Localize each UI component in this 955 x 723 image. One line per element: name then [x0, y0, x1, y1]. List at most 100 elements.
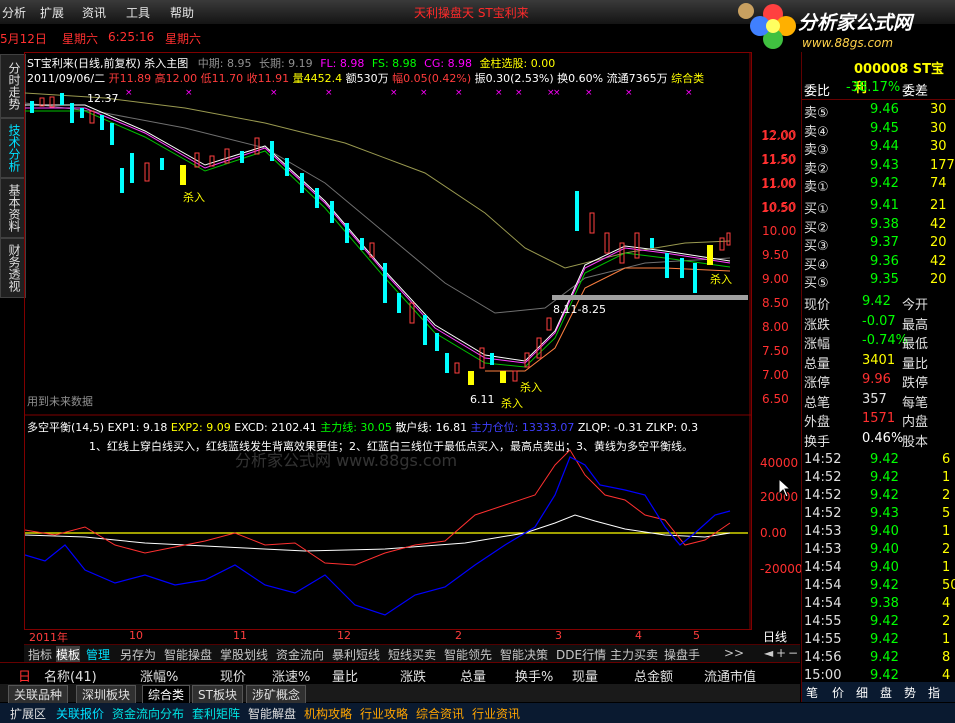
tick-row[interactable]: 14:52 9.43 5 — [802, 506, 955, 525]
tab-finance[interactable]: 财务透视 — [0, 238, 26, 298]
tick-row[interactable]: 14:53 9.40 2 — [802, 542, 955, 561]
tab-smart-decision[interactable]: 智能决策 — [500, 646, 548, 663]
tab-drawing[interactable]: 掌股划线 — [220, 646, 268, 663]
tick-row[interactable]: 14:54 9.42 50 — [802, 578, 955, 597]
status-item[interactable]: 机构攻略 — [304, 705, 352, 722]
col-vol-ratio[interactable]: 量比 — [332, 666, 358, 685]
col-amount[interactable]: 总金额 — [634, 666, 673, 685]
tick-row[interactable]: 14:54 9.38 4 — [802, 596, 955, 615]
menu-help[interactable]: 帮助 — [170, 4, 194, 21]
sell-row[interactable]: 卖④ 9.45 30 — [802, 121, 955, 140]
status-item[interactable]: 关联报价 — [56, 705, 104, 722]
tab-main-trade[interactable]: 主力买卖 — [610, 646, 658, 663]
tab-fund-flow[interactable]: 资金流向 — [276, 646, 324, 663]
col-turnover[interactable]: 换手% — [515, 666, 553, 685]
status-item[interactable]: 套利矩阵 — [192, 705, 240, 722]
price-tick: 11.50 — [762, 152, 797, 166]
tick-price: 9.40 — [870, 524, 899, 539]
sheet-tab[interactable]: ST板块 — [192, 685, 243, 704]
menu-extend[interactable]: 扩展 — [40, 4, 64, 21]
stat-row[interactable]: 涨停 9.96 跌停 — [802, 372, 955, 391]
kline-chart: × × × × × × × × × ×× × × × — [25, 53, 751, 629]
sell-row[interactable]: 卖③ 9.44 30 — [802, 139, 955, 158]
buy-row[interactable]: 买⑤ 9.35 20 — [802, 272, 955, 291]
sheet-tab[interactable]: 深圳板块 — [76, 685, 137, 704]
tab-more[interactable]: >> — [724, 646, 744, 660]
time-tick: 10 — [129, 629, 143, 642]
tab-short-profit[interactable]: 暴利短线 — [332, 646, 380, 663]
sheet-tab[interactable]: 涉矿概念 — [246, 685, 307, 704]
time-tick: 2 — [455, 629, 462, 642]
tab-technical[interactable]: 技术分析 — [0, 118, 26, 178]
tab-short-trade[interactable]: 短线买卖 — [388, 646, 436, 663]
buy-row[interactable]: 买④ 9.36 42 — [802, 254, 955, 273]
tick-row[interactable]: 14:55 9.42 2 — [802, 614, 955, 633]
stat-row[interactable]: 现价 9.42 今开 — [802, 294, 955, 313]
col-change-pct[interactable]: 涨幅% — [140, 666, 178, 685]
tick-row[interactable]: 15:00 9.42 4 — [802, 668, 955, 687]
sell-row[interactable]: 卖① 9.42 74 — [802, 176, 955, 195]
tab-intraday[interactable]: 分时走势 — [0, 54, 26, 118]
stat-row[interactable]: 外盘 1571 内盘 — [802, 411, 955, 430]
sell-row[interactable]: 卖② 9.43 177 — [802, 158, 955, 177]
stat-row[interactable]: 涨跌 -0.07 最高 — [802, 314, 955, 333]
tab-smart-trade[interactable]: 智能操盘 — [164, 646, 212, 663]
tick-row[interactable]: 14:56 9.42 8 — [802, 650, 955, 669]
chart-area[interactable]: ST宝利来(日线,前复权) 杀入主图 中期: 8.95 长期: 9.19 FL:… — [24, 52, 795, 644]
sheet-tab-active[interactable]: 综合类 — [142, 685, 191, 704]
status-item[interactable]: 综合资讯 — [416, 705, 464, 722]
tick-row[interactable]: 14:53 9.40 1 — [802, 524, 955, 543]
stat-row[interactable]: 换手 0.46% 股本 — [802, 431, 955, 450]
tick-row[interactable]: 14:54 9.40 1 — [802, 560, 955, 579]
buy-row[interactable]: 买③ 9.37 20 — [802, 235, 955, 254]
sheet-tabs: 关联品种 深圳板块 综合类 ST板块 涉矿概念 — [0, 684, 800, 704]
arrow-left-icon[interactable]: ◄ — [764, 646, 773, 660]
tab-smart-lead[interactable]: 智能领先 — [444, 646, 492, 663]
date: 5月12日 — [0, 32, 47, 46]
tick-volume: 4 — [942, 596, 951, 611]
tick-row[interactable]: 14:52 9.42 6 — [802, 452, 955, 471]
col-name[interactable]: 名称(41) — [44, 666, 97, 685]
stat-row[interactable]: 总笔 357 每笔 — [802, 392, 955, 411]
price-tick: 8.50 — [762, 296, 789, 310]
menu-tools[interactable]: 工具 — [126, 4, 150, 21]
buy-row[interactable]: 买① 9.41 21 — [802, 198, 955, 217]
status-item[interactable]: 智能解盘 — [248, 705, 296, 722]
sheet-tab[interactable]: 关联品种 — [8, 685, 69, 704]
tick-row[interactable]: 14:52 9.42 2 — [802, 488, 955, 507]
tick-row[interactable]: 14:55 9.42 1 — [802, 632, 955, 651]
tab-template[interactable]: 模板 — [56, 646, 81, 663]
svg-text:×: × — [685, 88, 693, 98]
tick-time: 14:52 — [804, 470, 842, 485]
col-total-vol[interactable]: 总量 — [460, 666, 486, 685]
tab-manage[interactable]: 管理 — [86, 646, 110, 663]
status-item[interactable]: 扩展区 — [10, 705, 46, 722]
status-item[interactable]: 资金流向分布 — [112, 705, 184, 722]
tick-row[interactable]: 14:52 9.42 1 — [802, 470, 955, 489]
tab-basic-info[interactable]: 基本资料 — [0, 178, 26, 238]
col-speed[interactable]: 涨速% — [272, 666, 310, 685]
col-cur-vol[interactable]: 现量 — [572, 666, 598, 685]
period-label[interactable]: 日线 — [763, 628, 787, 645]
stat-row[interactable]: 总量 3401 量比 — [802, 353, 955, 372]
tick-time: 14:53 — [804, 542, 842, 557]
col-price[interactable]: 现价 — [220, 666, 246, 685]
status-item[interactable]: 行业资讯 — [472, 705, 520, 722]
tab-trader[interactable]: 操盘手 — [664, 646, 700, 663]
tab-dde[interactable]: DDE行情 — [556, 646, 606, 663]
sell-row[interactable]: 卖⑤ 9.46 30 — [802, 102, 955, 121]
tab-save-as[interactable]: 另存为 — [120, 646, 156, 663]
plus-icon[interactable]: + — [776, 646, 786, 660]
stat-value: 9.42 — [862, 294, 891, 309]
col-change[interactable]: 涨跌 — [400, 666, 426, 685]
order-volume: 21 — [930, 198, 947, 213]
minus-icon[interactable]: − — [788, 646, 798, 660]
buy-row[interactable]: 买② 9.38 42 — [802, 217, 955, 236]
stat-row[interactable]: 涨幅 -0.74% 最低 — [802, 333, 955, 352]
status-item[interactable]: 行业攻略 — [360, 705, 408, 722]
menu-news[interactable]: 资讯 — [82, 4, 106, 21]
tab-indicator[interactable]: 指标 — [28, 646, 52, 663]
col-float-cap[interactable]: 流通市值 — [704, 666, 756, 685]
menu-analysis[interactable]: 分析 — [2, 4, 26, 21]
svg-text:×: × — [390, 88, 398, 98]
